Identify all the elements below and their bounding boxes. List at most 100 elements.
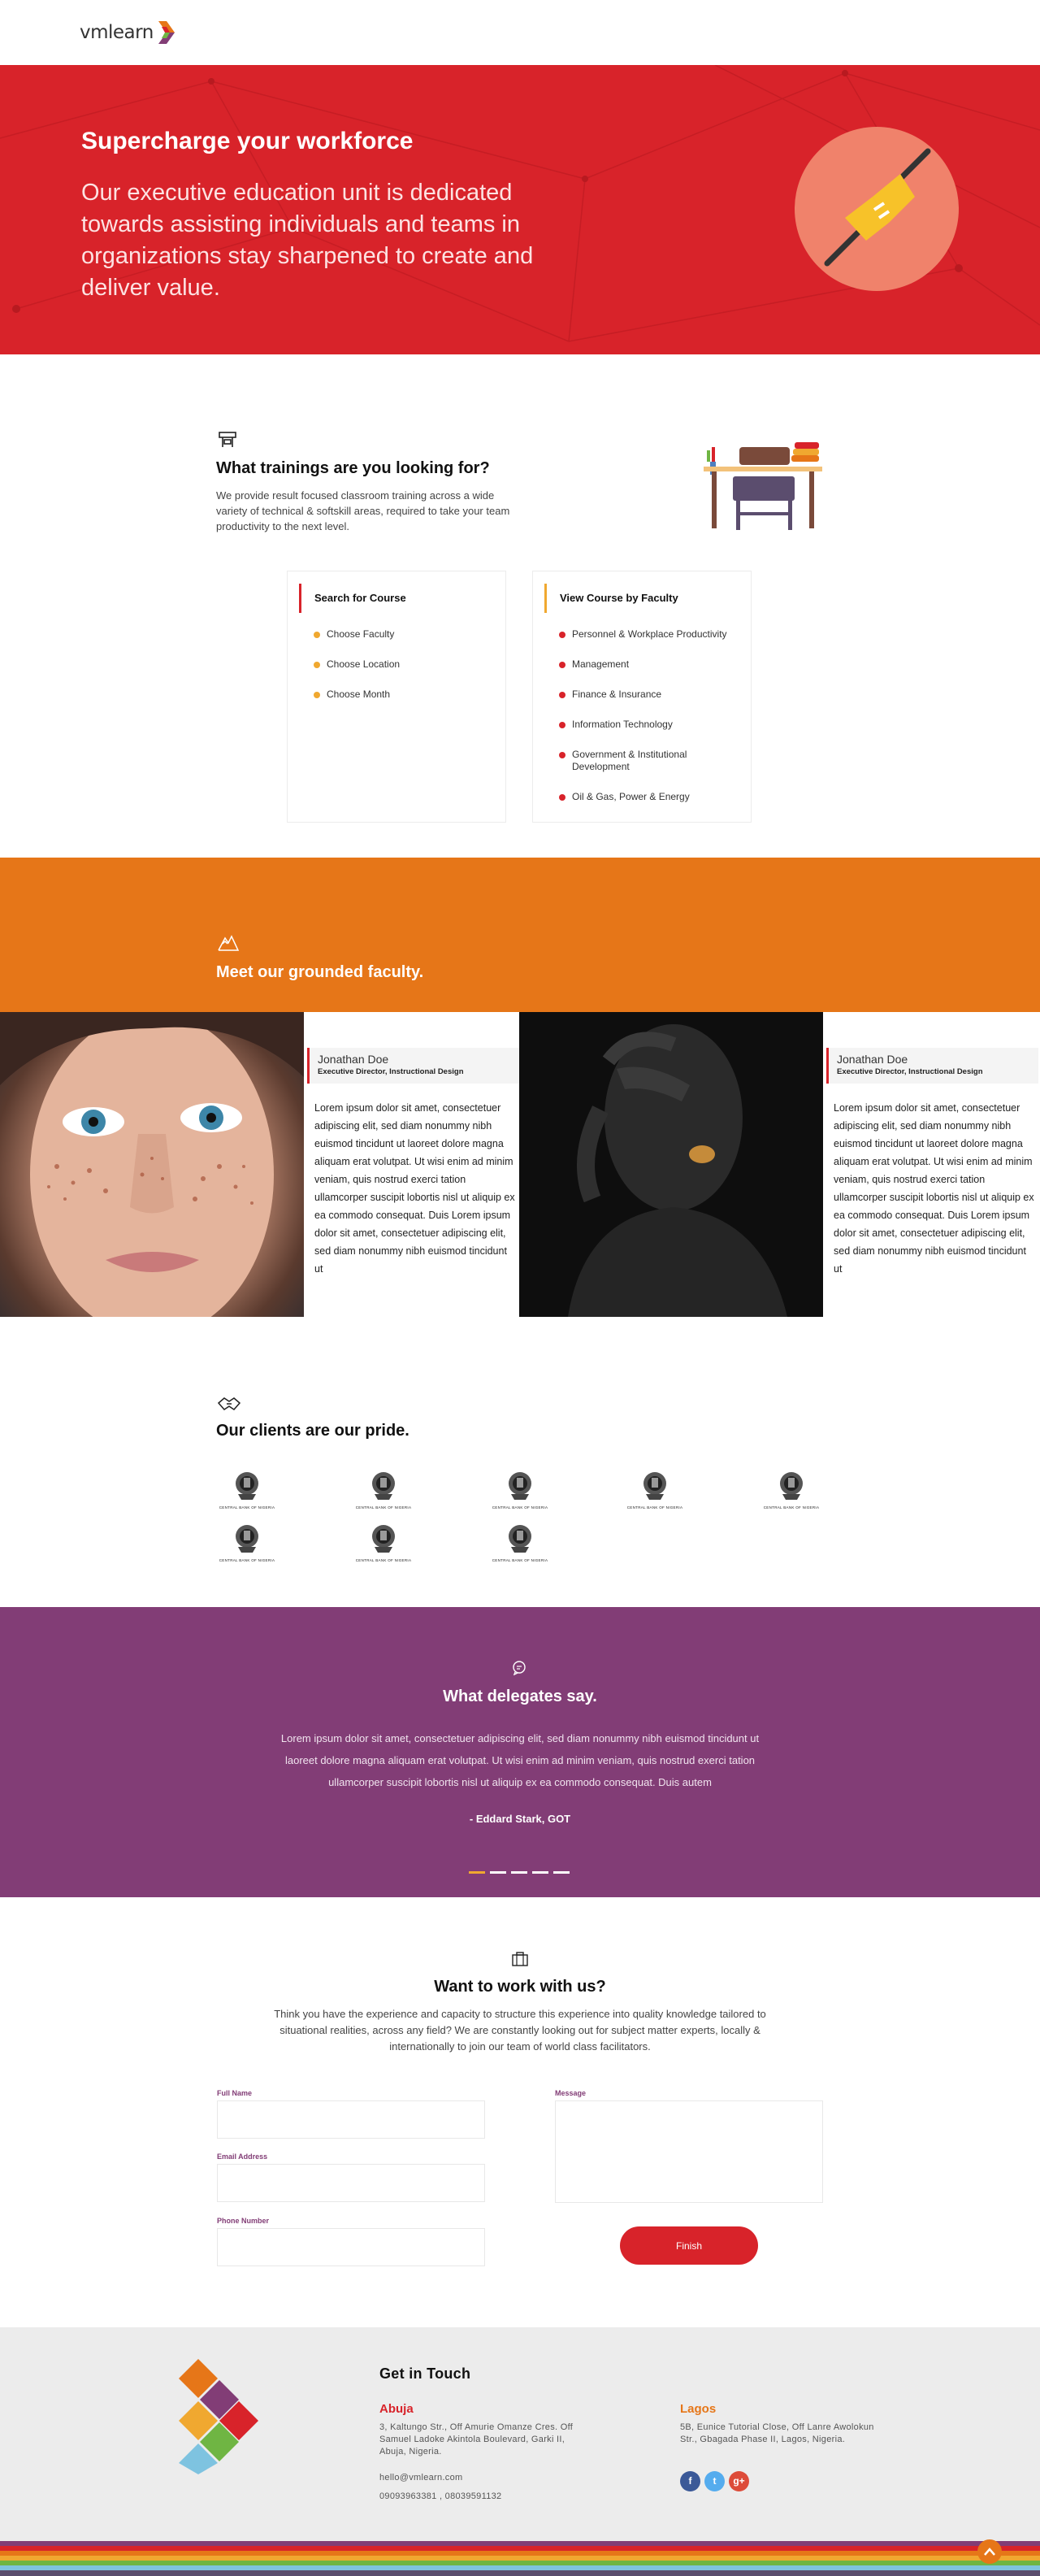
client-logo: CENTRAL BANK OF NIGERIA (488, 1470, 552, 1510)
faculty-link-government[interactable]: Government & Institutional Development (559, 749, 738, 773)
faculty-name: Jonathan Doe (837, 1053, 908, 1066)
faculty-bio: Lorem ipsum dolor sit amet, consectetuer… (834, 1102, 1034, 1275)
trainings-description: We provide result focused classroom trai… (216, 489, 510, 532)
faculty-link-personnel[interactable]: Personnel & Workplace Productivity (559, 628, 738, 641)
client-logo-caption: CENTRAL BANK OF NIGERIA (626, 1505, 683, 1510)
classroom-desk-icon (219, 432, 236, 447)
facebook-icon[interactable]: f (680, 2471, 700, 2491)
back-to-top-button[interactable] (977, 2539, 1002, 2564)
faculty-photo-2 (519, 1012, 823, 1317)
lagos-address: 5B, Eunice Tutorial Close, Off Lanre Awo… (680, 2422, 874, 2444)
client-logo: CENTRAL BANK OF NIGERIA (759, 1470, 824, 1510)
client-logo: CENTRAL BANK OF NIGERIA (488, 1523, 552, 1563)
finish-button[interactable]: Finish (620, 2226, 758, 2265)
footer-brand-mark (179, 2359, 258, 2474)
faculty-link-finance[interactable]: Finance & Insurance (559, 689, 738, 701)
clients-title: Our clients are our pride. (216, 1422, 410, 1440)
site-header: vmlearn (0, 0, 1040, 65)
client-logo: CENTRAL BANK OF NIGERIA (214, 1523, 280, 1563)
client-logo-caption: CENTRAL BANK OF NIGERIA (219, 1505, 275, 1510)
footer-title: Get in Touch (379, 2365, 471, 2382)
choose-location-item[interactable]: Choose Location (314, 658, 492, 671)
work-with-us-description: Think you have the experience and capaci… (274, 2008, 766, 2053)
faculty-name: Jonathan Doe (318, 1053, 389, 1066)
phone-label: Phone Number (217, 2217, 270, 2225)
slider-dot[interactable] (511, 1871, 527, 1874)
faculty-info-1: Jonathan Doe Executive Director, Instruc… (304, 1012, 519, 1317)
search-course-title: Search for Course (299, 584, 406, 613)
choose-month-item[interactable]: Choose Month (314, 689, 492, 701)
slider-dot[interactable] (469, 1871, 485, 1874)
faculty-namebox-1: Jonathan Doe Executive Director, Instruc… (307, 1048, 519, 1084)
faculty-role: Executive Director, Instructional Design (837, 1067, 983, 1076)
hero-text: Our executive education unit is dedicate… (81, 180, 534, 301)
client-crest-icon (509, 1472, 531, 1500)
abuja-heading: Abuja (379, 2402, 414, 2416)
briefcase-icon (512, 1952, 528, 1966)
course-by-faculty-title: View Course by Faculty (544, 584, 678, 613)
client-crest-icon (780, 1472, 803, 1500)
testimonial-slider-dots (469, 1871, 570, 1874)
message-field[interactable] (555, 2100, 823, 2203)
faculty-course-list: Personnel & Workplace Productivity Manag… (559, 628, 738, 821)
google-plus-icon[interactable]: g+ (729, 2471, 749, 2491)
testimonial-author: - Eddard Stark, GOT (469, 1813, 571, 1825)
client-logo-caption: CENTRAL BANK OF NIGERIA (355, 1505, 412, 1510)
abuja-address: 3, Kaltungo Str., Off Amurie Omanze Cres… (379, 2422, 574, 2457)
chevron-up-icon (984, 2548, 995, 2556)
email-field[interactable] (217, 2164, 485, 2202)
client-crest-icon (644, 1472, 666, 1500)
portrait-face-1 (0, 1012, 304, 1317)
faculty-role: Executive Director, Instructional Design (318, 1067, 464, 1076)
footer-phone-numbers: 09093963381 , 08039591132 (379, 2491, 502, 2501)
client-logo: CENTRAL BANK OF NIGERIA (214, 1470, 280, 1510)
faculty-link-oil-gas[interactable]: Oil & Gas, Power & Energy (559, 791, 738, 803)
handshake-icon (218, 1397, 240, 1410)
message-label: Message (555, 2089, 587, 2097)
search-course-card: Search for Course Choose Faculty Choose … (287, 571, 506, 823)
choose-faculty-item[interactable]: Choose Faculty (314, 628, 492, 641)
footer-stripe-indigo (0, 2570, 1040, 2576)
faculty-link-management[interactable]: Management (559, 658, 738, 671)
client-crest-icon (236, 1472, 258, 1500)
slider-dot[interactable] (553, 1871, 570, 1874)
client-crest-icon (372, 1525, 395, 1553)
full-name-field[interactable] (217, 2100, 485, 2139)
client-logo-caption: CENTRAL BANK OF NIGERIA (492, 1558, 548, 1562)
client-crest-icon (236, 1525, 258, 1553)
faculty-link-it[interactable]: Information Technology (559, 719, 738, 731)
client-crest-icon (509, 1525, 531, 1553)
client-logo-caption: CENTRAL BANK OF NIGERIA (763, 1505, 820, 1510)
client-logo: CENTRAL BANK OF NIGERIA (622, 1470, 687, 1510)
portrait-face-2 (568, 1024, 787, 1317)
faculty-title: Meet our grounded faculty. (216, 963, 424, 981)
faculty-bio: Lorem ipsum dolor sit amet, consectetuer… (314, 1102, 515, 1275)
speech-bubble-icon (513, 1661, 526, 1675)
client-logo-caption: CENTRAL BANK OF NIGERIA (355, 1558, 412, 1562)
twitter-icon[interactable]: t (704, 2471, 725, 2491)
logo-text: vmlearn (80, 22, 154, 43)
desk-illustration (704, 442, 822, 530)
faculty-photo-1 (0, 1012, 304, 1317)
testimonials-title: What delegates say. (443, 1688, 597, 1705)
phone-field[interactable] (217, 2228, 485, 2266)
lagos-heading: Lagos (680, 2402, 717, 2416)
slider-dot[interactable] (490, 1871, 506, 1874)
footer-email-link[interactable]: hello@vmlearn.com (379, 2473, 462, 2483)
hero-banner: Supercharge your workforce Our executive… (0, 65, 1040, 354)
client-logo-caption: CENTRAL BANK OF NIGERIA (219, 1558, 275, 1562)
client-logo-caption: CENTRAL BANK OF NIGERIA (492, 1505, 548, 1510)
client-logo: CENTRAL BANK OF NIGERIA (351, 1470, 416, 1510)
slider-dot[interactable] (532, 1871, 548, 1874)
hero-illustration (795, 127, 959, 291)
search-course-list: Choose Faculty Choose Location Choose Mo… (314, 628, 492, 719)
mountain-icon (218, 935, 239, 951)
logo-chevron-icon (158, 21, 175, 44)
site-logo[interactable]: vmlearn (80, 20, 176, 46)
trainings-title: What trainings are you looking for? (216, 459, 490, 477)
client-crest-icon (372, 1472, 395, 1500)
faculty-info-2: Jonathan Doe Executive Director, Instruc… (823, 1012, 1040, 1317)
testimonial-quote: Lorem ipsum dolor sit amet, consectetuer… (280, 1732, 760, 1788)
faculty-namebox-2: Jonathan Doe Executive Director, Instruc… (826, 1048, 1038, 1084)
faculty-section-band (0, 858, 1040, 1012)
